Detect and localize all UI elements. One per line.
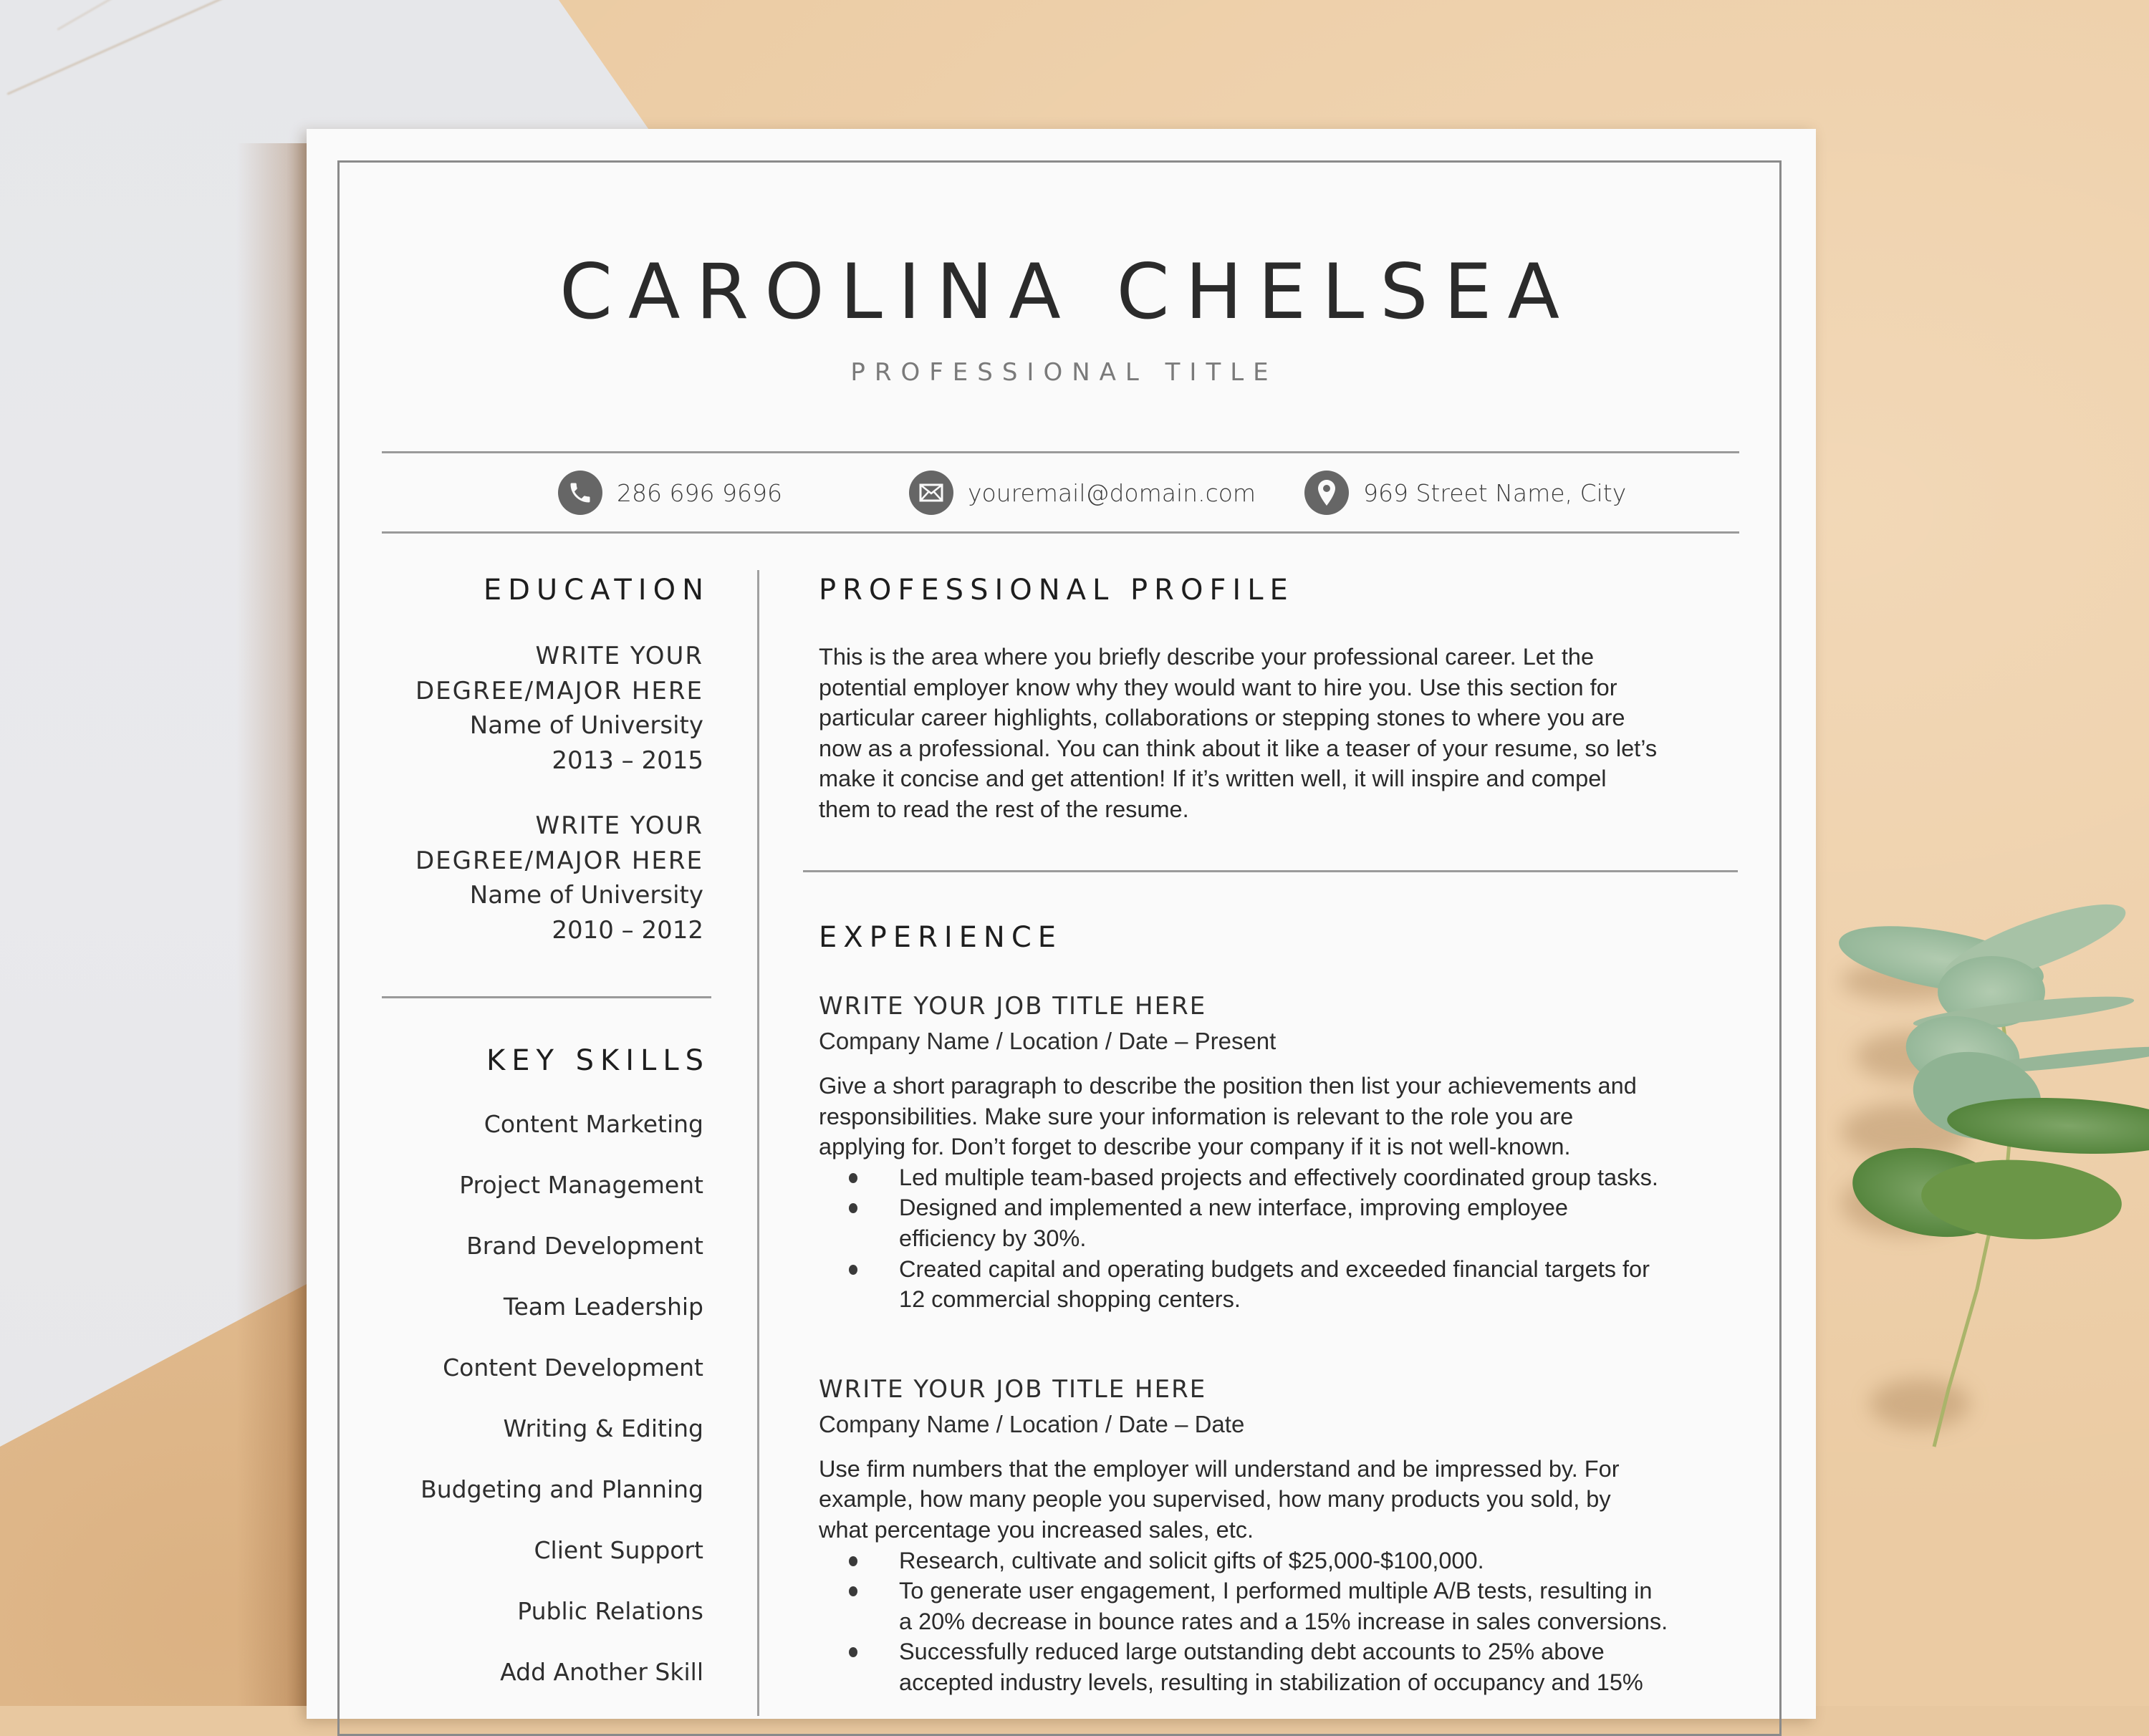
profile-divider: [803, 870, 1738, 872]
phone-icon: [558, 471, 602, 515]
achievement-list: Research, cultivate and solicit gifts of…: [819, 1545, 1743, 1698]
email-address: youremail@domain.com: [968, 478, 1256, 507]
achievement-line: Led multiple team-based projects and eff…: [899, 1164, 1658, 1190]
professional-title: PROFESSIONAL TITLE: [850, 358, 1278, 387]
job-description: Use firm numbers that the employer will …: [819, 1454, 1743, 1545]
achievement-line: 12 commercial shopping centers.: [899, 1286, 1241, 1313]
contact-phone: 286 696 9696: [558, 470, 782, 516]
skill-item: Brand Development: [466, 1232, 703, 1260]
skills-section: KEY SKILLS Content Marketing Project Man…: [380, 1043, 703, 1702]
education-entry: WRITE YOUR DEGREE/MAJOR HERE Name of Uni…: [380, 639, 703, 778]
job-description-line: what percentage you increased sales, etc…: [819, 1516, 1254, 1543]
job-description-line: responsibilities. Make sure your informa…: [819, 1103, 1574, 1129]
contact-email: youremail@domain.com: [909, 470, 1256, 516]
education-divider: [382, 996, 711, 998]
degree-line: DEGREE/MAJOR HERE: [415, 676, 703, 705]
education-years: 2013 – 2015: [552, 746, 703, 775]
education-section: EDUCATION WRITE YOUR DEGREE/MAJOR HERE N…: [380, 573, 703, 947]
profile-heading: PROFESSIONAL PROFILE: [819, 574, 1294, 607]
job-description: Give a short paragraph to describe the p…: [819, 1071, 1743, 1162]
profile-line: them to read the rest of the resume.: [819, 796, 1189, 822]
profile-section: PROFESSIONAL PROFILE This is the area wh…: [819, 573, 1743, 825]
achievement-list: Led multiple team-based projects and eff…: [819, 1162, 1743, 1315]
header-divider-bottom: [382, 531, 1739, 534]
column-divider: [757, 570, 759, 1716]
achievement-line: Designed and implemented a new interface…: [899, 1195, 1568, 1221]
bullet-icon: [849, 1203, 857, 1214]
degree-line: WRITE YOUR: [535, 642, 703, 670]
skill-item: Writing & Editing: [503, 1414, 703, 1442]
achievement-line: accepted industry levels, resulting in s…: [899, 1669, 1643, 1695]
skills-list: Content Marketing Project Management Bra…: [380, 1094, 703, 1702]
achievement-item: Designed and implemented a new interface…: [849, 1192, 1743, 1253]
degree-line: WRITE YOUR: [535, 811, 703, 840]
skill-item: Project Management: [459, 1171, 703, 1199]
skill-item: Add Another Skill: [500, 1658, 703, 1686]
achievement-line: Created capital and operating budgets an…: [899, 1255, 1650, 1282]
profile-line: particular career highlights, collaborat…: [819, 705, 1625, 731]
skill-item: Public Relations: [517, 1597, 703, 1625]
job-description-line: Use firm numbers that the employer will …: [819, 1455, 1620, 1482]
degree-line: DEGREE/MAJOR HERE: [415, 846, 703, 875]
bullet-icon: [849, 1647, 857, 1658]
bullet-icon: [849, 1586, 857, 1597]
job-entry: WRITE YOUR JOB TITLE HERE Company Name /…: [819, 1372, 1743, 1698]
education-years: 2010 – 2012: [552, 915, 703, 945]
job-meta: Company Name / Location / Date – Date: [819, 1410, 1245, 1437]
job-meta: Company Name / Location / Date – Present: [819, 1028, 1277, 1054]
university-name: Name of University: [469, 881, 703, 910]
eucalyptus-sprig: [1839, 904, 2149, 1447]
job-entry: WRITE YOUR JOB TITLE HERE Company Name /…: [819, 989, 1743, 1315]
street-address: 969 Street Name, City: [1363, 478, 1627, 507]
bullet-icon: [849, 1556, 857, 1566]
profile-line: make it concise and get attention! If it…: [819, 766, 1607, 792]
education-heading: EDUCATION: [483, 574, 710, 607]
profile-text: This is the area where you briefly descr…: [819, 642, 1743, 825]
skill-item: Team Leadership: [503, 1293, 703, 1321]
profile-line: potential employer know why they would w…: [819, 674, 1617, 700]
experience-heading: EXPERIENCE: [819, 921, 1063, 954]
achievement-line: Successfully reduced large outstanding d…: [899, 1639, 1605, 1665]
achievement-line: Research, cultivate and solicit gifts of…: [899, 1547, 1484, 1573]
header-divider-top: [382, 451, 1739, 453]
map-pin-icon: [1304, 471, 1349, 515]
candidate-name: CAROLINA CHELSEA: [559, 248, 1575, 336]
skill-item: Budgeting and Planning: [420, 1475, 703, 1503]
achievement-item: To generate user engagement, I performed…: [849, 1576, 1743, 1636]
bullet-icon: [849, 1172, 857, 1183]
university-name: Name of University: [469, 711, 703, 740]
profile-line: This is the area where you briefly descr…: [819, 644, 1595, 670]
education-entry: WRITE YOUR DEGREE/MAJOR HERE Name of Uni…: [380, 809, 703, 947]
achievement-item: Successfully reduced large outstanding d…: [849, 1636, 1743, 1697]
achievement-line: efficiency by 30%.: [899, 1225, 1087, 1251]
achievement-line: a 20% decrease in bounce rates and a 15%…: [899, 1608, 1668, 1634]
profile-line: now as a professional. You can think abo…: [819, 735, 1658, 761]
skill-item: Content Development: [443, 1354, 703, 1381]
bullet-icon: [849, 1264, 857, 1275]
experience-section: EXPERIENCE WRITE YOUR JOB TITLE HERE Com…: [819, 920, 1743, 1698]
achievement-line: To generate user engagement, I performed…: [899, 1578, 1653, 1604]
phone-number: 286 696 9696: [617, 478, 782, 507]
job-description-line: Give a short paragraph to describe the p…: [819, 1073, 1637, 1099]
skills-heading: KEY SKILLS: [486, 1044, 710, 1077]
achievement-item: Created capital and operating budgets an…: [849, 1254, 1743, 1315]
achievement-item: Research, cultivate and solicit gifts of…: [849, 1545, 1743, 1576]
job-description-line: applying for. Don’t forget to describe y…: [819, 1134, 1571, 1160]
skill-item: Client Support: [534, 1536, 703, 1564]
job-description-line: example, how many people you supervised,…: [819, 1486, 1611, 1513]
job-title: WRITE YOUR JOB TITLE HERE: [819, 1374, 1207, 1404]
skill-item: Content Marketing: [484, 1110, 703, 1138]
achievement-item: Led multiple team-based projects and eff…: [849, 1162, 1743, 1193]
envelope-icon: [909, 471, 953, 515]
job-title: WRITE YOUR JOB TITLE HERE: [819, 992, 1207, 1021]
contact-address: 969 Street Name, City: [1304, 470, 1626, 516]
